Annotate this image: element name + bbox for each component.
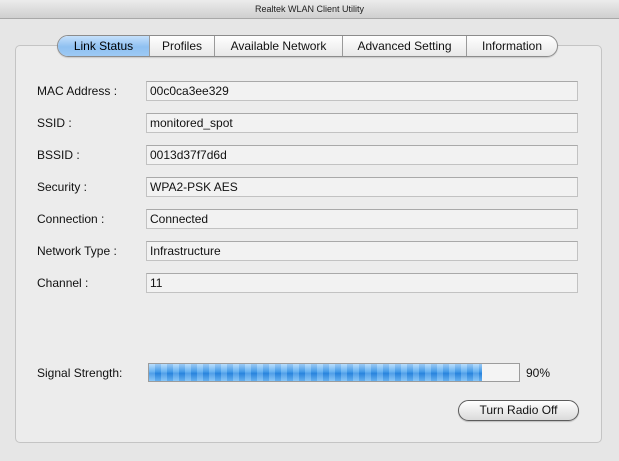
channel-value: 11: [146, 273, 578, 293]
signal-strength-fill: [149, 364, 482, 381]
security-label: Security :: [37, 180, 88, 194]
ssid-label: SSID :: [37, 116, 72, 130]
bssid-label: BSSID :: [37, 148, 80, 162]
signal-strength-percent: 90%: [526, 366, 551, 380]
turn-radio-off-button[interactable]: Turn Radio Off: [458, 400, 579, 421]
network-type-value: Infrastructure: [146, 241, 578, 261]
connection-value: Connected: [146, 209, 578, 229]
tab-bar: Link Status Profiles Available Network A…: [57, 35, 558, 57]
signal-strength-label: Signal Strength:: [37, 366, 123, 380]
tab-available-network[interactable]: Available Network: [214, 36, 342, 56]
bssid-value: 0013d37f7d6d: [146, 145, 578, 165]
mac-address-value: 00c0ca3ee329: [146, 81, 578, 101]
tab-advanced-setting[interactable]: Advanced Setting: [342, 36, 466, 56]
tab-information[interactable]: Information: [466, 36, 557, 56]
mac-address-label: MAC Address :: [37, 84, 118, 98]
security-value: WPA2-PSK AES: [146, 177, 578, 197]
window-title: Realtek WLAN Client Utility: [254, 4, 365, 14]
tab-profiles[interactable]: Profiles: [149, 36, 214, 56]
connection-label: Connection :: [37, 212, 105, 226]
window-title-bar[interactable]: Realtek WLAN Client Utility: [0, 0, 619, 19]
ssid-value: monitored_spot: [146, 113, 578, 133]
window-body: Link Status Profiles Available Network A…: [0, 19, 619, 461]
tab-link-status[interactable]: Link Status: [58, 36, 149, 56]
network-type-label: Network Type :: [37, 244, 117, 258]
signal-strength-bar: [148, 363, 520, 382]
channel-label: Channel :: [37, 276, 89, 290]
